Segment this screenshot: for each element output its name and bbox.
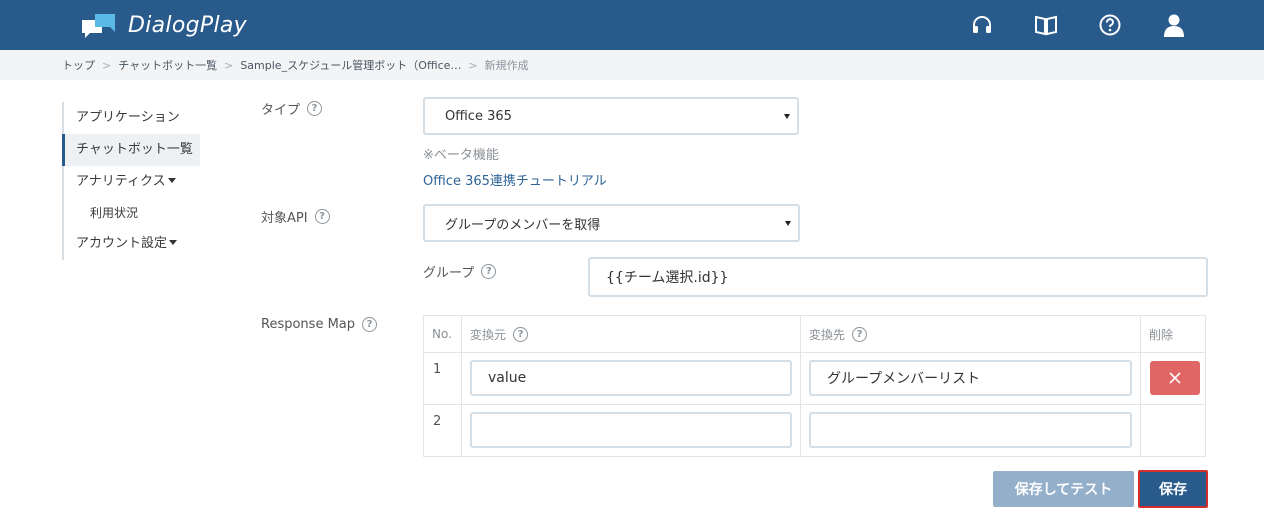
column-header-no: No. bbox=[423, 315, 462, 353]
sidebar-item-label: チャットボット一覧 bbox=[76, 142, 193, 157]
column-header-target: 変換先 ? bbox=[800, 315, 1141, 353]
beta-note: ※ベータ機能 bbox=[423, 148, 499, 163]
source-input-value: value bbox=[488, 370, 527, 386]
group-label-text: グループ bbox=[423, 266, 475, 281]
response-map-table: No. 変換元 ? 変換先 ? 削除 1 value グループメンバーリスト 2 bbox=[423, 315, 1206, 457]
target-cell bbox=[800, 404, 1141, 457]
top-bar: DialogPlay bbox=[0, 0, 1264, 50]
response-map-label-text: Response Map bbox=[261, 317, 356, 332]
sidebar-item-usage[interactable]: 利用状況 bbox=[62, 198, 222, 228]
type-select[interactable]: Office 365 bbox=[423, 97, 799, 135]
breadcrumb: トップ > チャットボット一覧 > Sample_スケジュール管理ボット（Off… bbox=[0, 50, 1264, 80]
help-icon[interactable]: ? bbox=[481, 264, 497, 279]
api-select[interactable]: グループのメンバーを取得 bbox=[423, 204, 800, 242]
user-icon[interactable] bbox=[1161, 12, 1187, 38]
column-header-delete: 削除 bbox=[1140, 315, 1206, 353]
help-icon[interactable]: ? bbox=[513, 326, 529, 342]
delete-cell bbox=[1140, 404, 1206, 457]
api-label-text: 対象API bbox=[261, 211, 308, 226]
group-input[interactable]: {{チーム選択.id}} bbox=[588, 257, 1208, 297]
source-input[interactable] bbox=[470, 412, 792, 448]
dropdown-arrow-icon bbox=[784, 114, 790, 119]
column-header-target-text: 変換先 bbox=[809, 327, 846, 342]
row-number: 2 bbox=[423, 404, 462, 457]
table-row: 1 value グループメンバーリスト bbox=[423, 352, 1206, 405]
tutorial-link[interactable]: Office 365連携チュートリアル bbox=[423, 170, 607, 189]
source-cell: value bbox=[461, 352, 801, 405]
source-cell bbox=[461, 404, 801, 457]
breadcrumb-current: 新規作成 bbox=[484, 59, 529, 72]
source-input[interactable]: value bbox=[470, 360, 792, 396]
help-icon[interactable] bbox=[1097, 12, 1123, 38]
breadcrumb-separator: > bbox=[102, 58, 112, 72]
breadcrumb-separator: > bbox=[468, 58, 478, 72]
app-name: DialogPlay bbox=[128, 12, 247, 38]
type-label-text: タイプ bbox=[261, 103, 301, 118]
close-icon bbox=[1169, 372, 1181, 384]
sidebar-item-applications[interactable]: アプリケーション bbox=[62, 102, 222, 134]
sidebar: アプリケーション チャットボット一覧 アナリティクス 利用状況 アカウント設定 bbox=[62, 102, 222, 260]
sidebar-item-label: アプリケーション bbox=[76, 110, 180, 125]
table-row: 2 bbox=[423, 404, 1206, 457]
table-header-row: No. 変換元 ? 変換先 ? 削除 bbox=[423, 315, 1206, 353]
row-number: 1 bbox=[423, 352, 462, 405]
type-select-value: Office 365 bbox=[445, 108, 512, 124]
sidebar-item-label: アカウント設定 bbox=[76, 236, 168, 251]
target-input[interactable] bbox=[809, 412, 1132, 448]
caret-down-icon bbox=[169, 240, 178, 245]
book-icon[interactable] bbox=[1033, 12, 1059, 38]
sidebar-item-account-settings[interactable]: アカウント設定 bbox=[62, 228, 222, 260]
breadcrumb-top[interactable]: トップ bbox=[62, 57, 95, 73]
response-map-label: Response Map ? bbox=[261, 317, 378, 332]
group-input-value: {{チーム選択.id}} bbox=[606, 270, 729, 286]
sidebar-item-label: アナリティクス bbox=[76, 174, 166, 189]
app-logo[interactable]: DialogPlay bbox=[82, 10, 247, 40]
help-icon[interactable]: ? bbox=[307, 101, 323, 116]
api-label: 対象API ? bbox=[261, 207, 330, 226]
breadcrumb-chatbot-list[interactable]: チャットボット一覧 bbox=[118, 57, 217, 73]
target-input-value: グループメンバーリスト bbox=[827, 371, 981, 387]
type-label: タイプ ? bbox=[261, 99, 323, 118]
breadcrumb-bot[interactable]: Sample_スケジュール管理ボット（Office… bbox=[240, 57, 461, 73]
sidebar-item-chatbot-list[interactable]: チャットボット一覧 bbox=[62, 134, 200, 166]
target-input[interactable]: グループメンバーリスト bbox=[809, 360, 1132, 396]
column-header-source-text: 変換元 bbox=[470, 327, 507, 342]
help-icon[interactable]: ? bbox=[852, 326, 868, 342]
column-header-source: 変換元 ? bbox=[461, 315, 801, 353]
dropdown-arrow-icon bbox=[785, 221, 791, 226]
help-icon[interactable]: ? bbox=[314, 209, 330, 224]
save-and-test-button[interactable]: 保存してテスト bbox=[993, 471, 1134, 507]
help-icon[interactable]: ? bbox=[362, 317, 378, 332]
api-select-value: グループのメンバーを取得 bbox=[445, 217, 601, 233]
breadcrumb-separator: > bbox=[224, 58, 234, 72]
group-label: グループ ? bbox=[423, 262, 497, 281]
headset-icon[interactable] bbox=[969, 12, 995, 38]
sidebar-item-analytics[interactable]: アナリティクス bbox=[62, 166, 222, 198]
save-button[interactable]: 保存 bbox=[1138, 470, 1208, 508]
chat-bubbles-icon bbox=[82, 14, 115, 38]
delete-cell bbox=[1140, 352, 1206, 405]
delete-row-button[interactable] bbox=[1150, 361, 1200, 395]
sidebar-item-label: 利用状況 bbox=[90, 206, 139, 220]
target-cell: グループメンバーリスト bbox=[800, 352, 1141, 405]
caret-down-icon bbox=[167, 178, 176, 183]
